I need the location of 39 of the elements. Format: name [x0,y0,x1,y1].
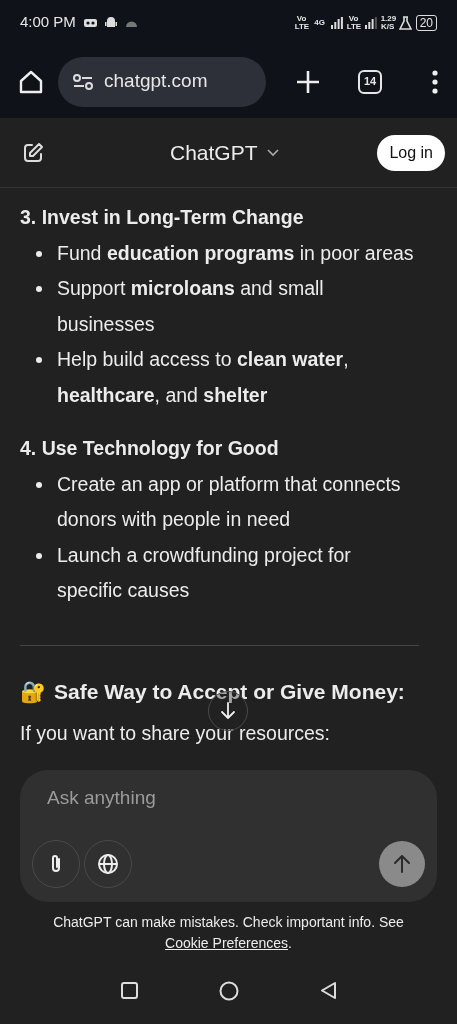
bullet-text: Help build access to clean water, healthcare, and shelter [57,347,350,408]
new-chat-button[interactable] [22,140,44,165]
arrow-up-icon [393,854,411,874]
network-type: 4G [313,18,326,27]
caret-icon [265,148,280,157]
model-selector[interactable]: ChatGPT [170,136,280,169]
bullet-dot [36,286,42,292]
bullet-dot [36,357,42,363]
flask-icon [398,15,412,30]
volte-label: Vo LTE [346,14,361,31]
tab-count-button[interactable]: 14 [358,69,382,94]
login-button[interactable]: Log in [377,134,445,171]
send-button[interactable] [379,841,425,887]
signal-icon [364,16,377,29]
bullet-dot [36,552,42,559]
volte-label: Vo LTE [294,14,309,31]
signal-icon [330,16,343,29]
disclaimer-text: ChatGPT can make mistakes. Check important info. See Cookie Preferences. [52,913,405,953]
bullet-dot [36,481,42,488]
paragraph-text: If you want to share your resources: [20,721,330,745]
bullet-dot [36,250,42,257]
site-settings-icon [72,72,94,91]
speed-unit: K/S [380,22,395,31]
bullet-text: Create an app or platform that connects donors with people in need [57,471,402,532]
address-bar[interactable]: chatgpt.com [58,56,266,107]
section-heading: Safe Way to Accept or Give Money: [54,678,405,705]
network-speed: 1.29 [380,14,395,23]
url-text: chatgpt.com [104,69,208,94]
globe-icon [97,853,119,875]
bullet-text: Launch a crowdfunding project for specific causes [57,542,352,603]
arrow-down-icon [220,702,236,720]
message-input[interactable]: Ask anything [32,784,425,813]
section-heading: 4. Use Technology for Good [20,436,280,461]
lock-key-emoji: 🔐 [20,678,46,706]
bullet-text: Fund education programs in poor areas [57,240,414,266]
section-heading: 3. Invest in Long-Term Change [20,205,305,230]
status-time: 4:00 PM [20,12,76,33]
battery-indicator: 20 [415,14,437,31]
more-icon [431,69,439,94]
